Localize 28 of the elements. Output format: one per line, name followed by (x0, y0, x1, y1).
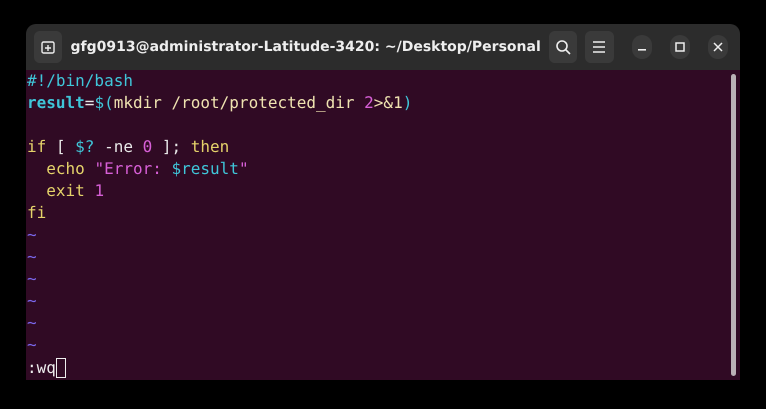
code-line: #!/bin/bash (27, 70, 134, 92)
new-tab-icon (41, 40, 56, 54)
menu-icon (592, 41, 606, 53)
search-icon (554, 39, 571, 55)
empty-line-marker: ~ (27, 335, 37, 354)
close-icon (712, 42, 723, 52)
code-line: echo "Error: $result" (45, 158, 250, 180)
maximize-icon (674, 42, 685, 52)
new-tab-button[interactable] (34, 31, 62, 63)
window-title: gfg0913@administrator-Latitude-3420: ~/Desktop/Personal (70, 38, 541, 56)
code-line: exit 1 (45, 180, 106, 202)
scrollbar[interactable] (730, 74, 736, 376)
empty-line-marker: ~ (27, 269, 37, 288)
close-button[interactable] (708, 35, 728, 59)
minimize-button[interactable] (632, 35, 652, 59)
command-line: :wq (27, 357, 56, 379)
code-line: result=$(mkdir /root/protected_dir 2>&1) (27, 92, 414, 114)
menu-button[interactable] (585, 31, 614, 63)
maximize-button[interactable] (670, 35, 690, 59)
code-line: fi (27, 202, 48, 224)
empty-line-marker: ~ (27, 313, 37, 332)
empty-line-marker: ~ (27, 247, 37, 266)
empty-line-marker: ~ (27, 291, 37, 310)
empty-line-marker: ~ (27, 225, 37, 244)
code-line: if [ $? -ne 0 ]; then (27, 136, 230, 158)
search-button[interactable] (548, 31, 578, 63)
text-cursor (56, 358, 66, 378)
minimize-icon (638, 49, 646, 51)
